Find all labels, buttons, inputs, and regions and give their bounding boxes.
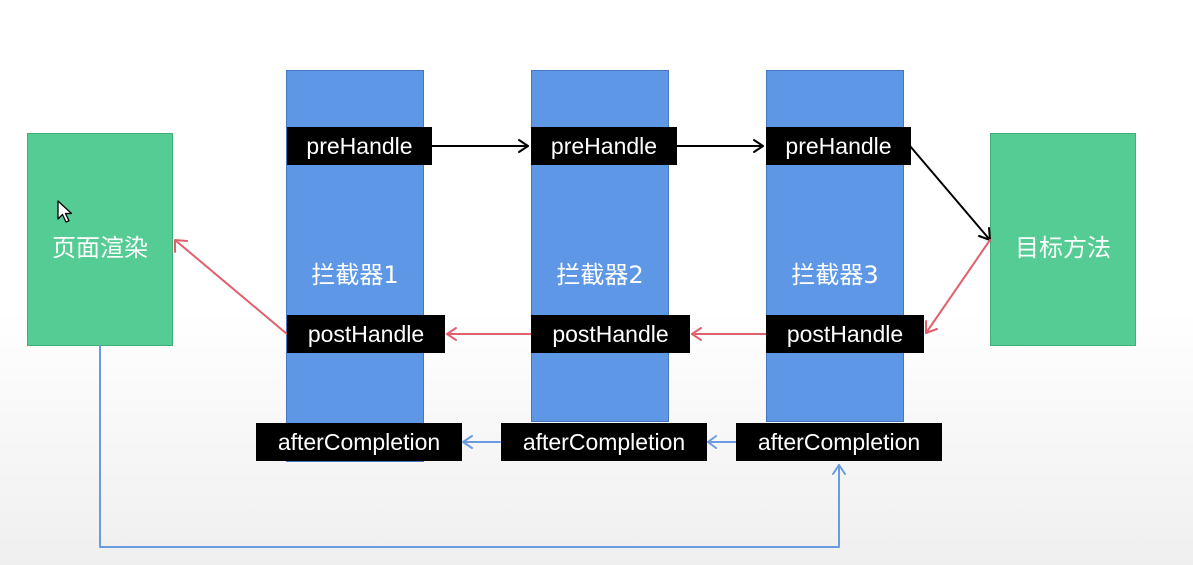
interceptor-3-posthandle-tag: postHandle: [766, 315, 924, 353]
interceptor-1-posthandle-tag: postHandle: [287, 315, 445, 353]
interceptor-2-prehandle-tag: preHandle: [531, 127, 677, 165]
flow-arrows: [99, 139, 991, 548]
interceptor-1-prehandle-tag: preHandle: [287, 127, 432, 165]
pre-arrow-3-target: [909, 145, 991, 241]
interceptor-3-prehandle-tag: preHandle: [766, 127, 911, 165]
interceptor-3-aftercompletion-tag: afterCompletion: [736, 423, 942, 461]
post-arrow-target-3: [925, 239, 991, 334]
post-arrow-1-render: [174, 239, 288, 335]
interceptor-1-aftercompletion-tag: afterCompletion: [256, 423, 462, 461]
interceptor-2-aftercompletion-tag: afterCompletion: [501, 423, 707, 461]
mouse-pointer-icon: [57, 200, 73, 223]
interceptor-2-posthandle-tag: postHandle: [531, 315, 690, 353]
